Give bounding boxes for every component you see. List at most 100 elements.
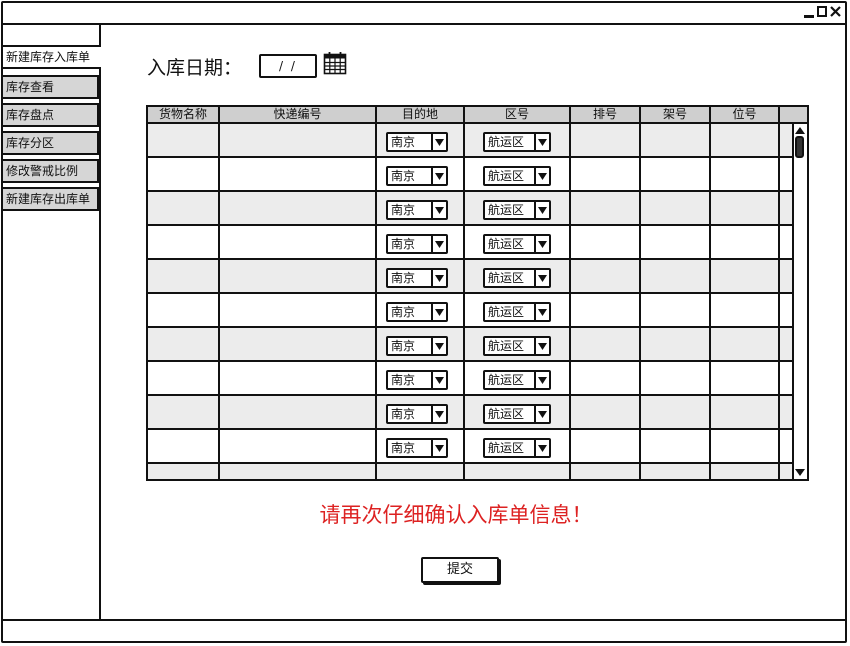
- minimize-icon[interactable]: [804, 15, 814, 18]
- table-cell[interactable]: [711, 226, 780, 258]
- table-scrollbar[interactable]: [792, 124, 807, 479]
- table-cell[interactable]: [220, 430, 377, 462]
- zone-select[interactable]: 航运区: [483, 302, 551, 322]
- chevron-down-icon[interactable]: [431, 338, 446, 354]
- scroll-up-icon[interactable]: [795, 126, 805, 134]
- table-cell[interactable]: [711, 362, 780, 394]
- table-cell[interactable]: [220, 464, 377, 479]
- chevron-down-icon[interactable]: [534, 202, 549, 218]
- table-cell[interactable]: [711, 158, 780, 190]
- table-cell[interactable]: [641, 396, 711, 428]
- zone-select[interactable]: 航运区: [483, 268, 551, 288]
- zone-select[interactable]: 航运区: [483, 336, 551, 356]
- restore-icon[interactable]: [817, 6, 827, 20]
- table-cell[interactable]: [148, 260, 220, 292]
- sidebar-item[interactable]: 新建库存出库单: [3, 187, 99, 211]
- destination-select[interactable]: 南京: [386, 438, 448, 458]
- table-cell[interactable]: [711, 294, 780, 326]
- table-cell[interactable]: [641, 158, 711, 190]
- table-cell[interactable]: [711, 464, 780, 479]
- chevron-down-icon[interactable]: [534, 304, 549, 320]
- zone-select[interactable]: 航运区: [483, 438, 551, 458]
- destination-select[interactable]: 南京: [386, 370, 448, 390]
- table-cell[interactable]: [220, 260, 377, 292]
- chevron-down-icon[interactable]: [431, 236, 446, 252]
- zone-select[interactable]: 航运区: [483, 370, 551, 390]
- sidebar-item[interactable]: 库存分区: [3, 131, 99, 155]
- chevron-down-icon[interactable]: [534, 406, 549, 422]
- table-cell[interactable]: [148, 396, 220, 428]
- chevron-down-icon[interactable]: [431, 270, 446, 286]
- date-field[interactable]: / /: [259, 54, 317, 78]
- chevron-down-icon[interactable]: [431, 372, 446, 388]
- table-cell[interactable]: [571, 294, 641, 326]
- table-cell[interactable]: [148, 464, 220, 479]
- table-cell[interactable]: [641, 192, 711, 224]
- sidebar-item[interactable]: 新建库存入库单: [3, 45, 101, 69]
- table-cell[interactable]: [711, 260, 780, 292]
- chevron-down-icon[interactable]: [534, 338, 549, 354]
- zone-select[interactable]: 航运区: [483, 234, 551, 254]
- destination-select[interactable]: 南京: [386, 268, 448, 288]
- chevron-down-icon[interactable]: [534, 168, 549, 184]
- destination-select[interactable]: 南京: [386, 132, 448, 152]
- destination-select[interactable]: 南京: [386, 166, 448, 186]
- scroll-down-icon[interactable]: [795, 469, 805, 477]
- table-cell[interactable]: [148, 124, 220, 156]
- chevron-down-icon[interactable]: [534, 270, 549, 286]
- close-icon[interactable]: [830, 6, 841, 20]
- table-cell[interactable]: [711, 124, 780, 156]
- table-cell[interactable]: [220, 396, 377, 428]
- destination-select[interactable]: 南京: [386, 200, 448, 220]
- table-cell[interactable]: [148, 362, 220, 394]
- calendar-icon[interactable]: [323, 51, 347, 75]
- table-cell[interactable]: [711, 430, 780, 462]
- zone-select[interactable]: 航运区: [483, 166, 551, 186]
- table-cell[interactable]: [641, 464, 711, 479]
- table-cell[interactable]: [148, 430, 220, 462]
- chevron-down-icon[interactable]: [431, 440, 446, 456]
- destination-select[interactable]: 南京: [386, 234, 448, 254]
- table-cell[interactable]: [148, 192, 220, 224]
- table-cell[interactable]: [148, 226, 220, 258]
- table-cell[interactable]: [571, 328, 641, 360]
- zone-select[interactable]: 航运区: [483, 200, 551, 220]
- table-cell[interactable]: [220, 362, 377, 394]
- chevron-down-icon[interactable]: [431, 406, 446, 422]
- table-cell[interactable]: [148, 328, 220, 360]
- table-cell[interactable]: [220, 328, 377, 360]
- table-cell[interactable]: [571, 158, 641, 190]
- table-cell[interactable]: [711, 396, 780, 428]
- table-cell[interactable]: [571, 396, 641, 428]
- table-cell[interactable]: [641, 430, 711, 462]
- table-cell[interactable]: [641, 362, 711, 394]
- table-cell[interactable]: [711, 192, 780, 224]
- table-cell[interactable]: [220, 192, 377, 224]
- table-cell[interactable]: [571, 124, 641, 156]
- table-cell[interactable]: [148, 158, 220, 190]
- chevron-down-icon[interactable]: [431, 134, 446, 150]
- table-cell[interactable]: [571, 192, 641, 224]
- table-cell[interactable]: [711, 328, 780, 360]
- destination-select[interactable]: 南京: [386, 336, 448, 356]
- sidebar-item[interactable]: 修改警戒比例: [3, 159, 99, 183]
- table-cell[interactable]: [220, 158, 377, 190]
- zone-select[interactable]: 航运区: [483, 404, 551, 424]
- sidebar-item[interactable]: 库存查看: [3, 75, 99, 99]
- table-cell[interactable]: [220, 294, 377, 326]
- table-cell[interactable]: [641, 328, 711, 360]
- table-cell[interactable]: [641, 226, 711, 258]
- submit-button[interactable]: 提交: [421, 557, 499, 583]
- table-cell[interactable]: [571, 464, 641, 479]
- destination-select[interactable]: 南京: [386, 302, 448, 322]
- table-cell[interactable]: [571, 430, 641, 462]
- chevron-down-icon[interactable]: [431, 168, 446, 184]
- table-cell[interactable]: [148, 294, 220, 326]
- table-cell[interactable]: [571, 260, 641, 292]
- table-cell[interactable]: [641, 260, 711, 292]
- table-cell[interactable]: [220, 226, 377, 258]
- table-cell[interactable]: [571, 362, 641, 394]
- chevron-down-icon[interactable]: [534, 372, 549, 388]
- table-cell[interactable]: [220, 124, 377, 156]
- chevron-down-icon[interactable]: [534, 134, 549, 150]
